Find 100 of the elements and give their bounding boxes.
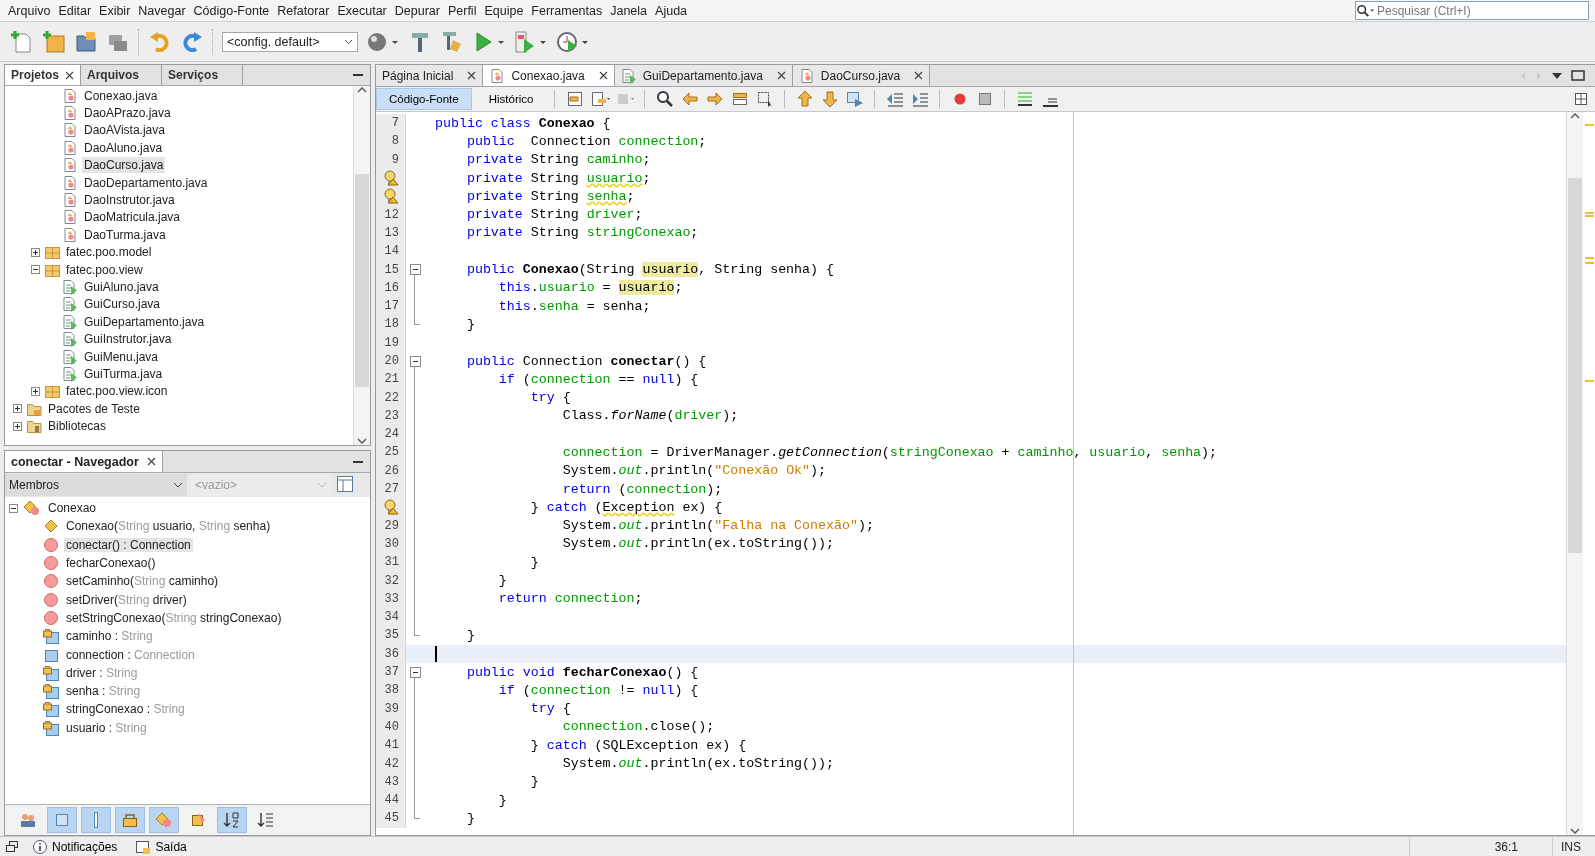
tree-item[interactable]: Pacotes de Teste	[46, 400, 142, 417]
tab-list-dropdown-icon[interactable]	[1551, 71, 1563, 80]
collapse-icon[interactable]	[31, 265, 40, 275]
menu-item[interactable]: Equipe	[480, 2, 528, 19]
tree-item[interactable]: setCaminho(String caminho)	[64, 574, 221, 589]
tree-item[interactable]: connection : Connection	[64, 647, 197, 662]
collapse-icon[interactable]	[9, 503, 18, 513]
tree-item[interactable]: setStringConexao(String stringConexao)	[64, 610, 284, 625]
tree-item[interactable]: fatec.poo.view.icon	[64, 383, 170, 400]
editor-tab[interactable]: GuiDepartamento.java	[614, 65, 793, 86]
tree-item[interactable]: Bibliotecas	[46, 418, 109, 435]
clock-play-icon[interactable]	[556, 29, 590, 54]
tree-item[interactable]: fatec.poo.view	[64, 261, 145, 278]
tree-item[interactable]: DaoTurma.java	[82, 226, 168, 243]
tree-item[interactable]: GuiTurma.java	[82, 365, 165, 382]
view-dropdown[interactable]: Membros	[5, 474, 187, 496]
collapse-icon[interactable]	[409, 264, 421, 275]
tree-item[interactable]: fecharConexao()	[64, 556, 158, 571]
back-dropdown-icon[interactable]	[590, 89, 611, 109]
panel-layout-icon[interactable]	[335, 474, 355, 494]
panel-tab[interactable]: Serviços	[162, 65, 243, 85]
split-view-icon[interactable]	[1575, 93, 1587, 105]
menu-item[interactable]: Janela	[606, 2, 652, 19]
view-tab[interactable]: Histórico	[476, 88, 546, 110]
filter-toggle-button[interactable]	[81, 807, 111, 833]
tree-item[interactable]: Conexao.java	[82, 87, 160, 104]
lightbulb-warning-icon[interactable]	[383, 188, 399, 205]
scrollbar-thumb[interactable]	[355, 174, 369, 387]
tree-item[interactable]: DaoAPrazo.java	[82, 105, 173, 122]
lightbulb-warning-icon[interactable]	[383, 499, 399, 516]
menu-item[interactable]: Navegar	[134, 2, 190, 19]
scrollbar[interactable]	[353, 86, 370, 445]
menu-item[interactable]: Depurar	[390, 2, 444, 19]
close-icon[interactable]	[467, 71, 477, 80]
scroll-up-icon[interactable]	[357, 86, 367, 94]
tree-item[interactable]: DaoAVista.java	[82, 122, 167, 139]
filter-toggle-button[interactable]	[47, 807, 77, 833]
close-icon[interactable]	[598, 71, 608, 80]
menu-item[interactable]: Executar	[333, 2, 391, 19]
panel-tab[interactable]: Arquivos	[81, 65, 162, 85]
panel-tab[interactable]: Projetos	[5, 65, 81, 85]
tree-item[interactable]: DaoAluno.java	[82, 139, 165, 156]
tree-item[interactable]: driver : String	[64, 665, 140, 680]
open-folder-icon[interactable]	[74, 29, 98, 54]
close-icon[interactable]	[776, 71, 786, 80]
expand-icon[interactable]	[13, 404, 22, 414]
menu-item[interactable]: Código-Fonte	[189, 2, 274, 19]
tree-item[interactable]: DaoDepartamento.java	[82, 174, 210, 191]
tree-item[interactable]: GuiInstrutor.java	[82, 331, 174, 348]
tree-item[interactable]: caminho : String	[64, 629, 155, 644]
filter-toggle-button[interactable]	[115, 807, 145, 833]
debug-play-icon[interactable]	[514, 29, 548, 54]
collapse-icon[interactable]	[409, 666, 421, 678]
tree-item[interactable]: DaoCurso.java	[82, 157, 166, 174]
expand-icon[interactable]	[31, 247, 40, 257]
tree-item[interactable]: setDriver(String driver)	[64, 592, 189, 607]
status-bar-button[interactable]: Saída	[131, 838, 191, 855]
filter-toggle-button[interactable]	[217, 807, 247, 833]
tree-item[interactable]: GuiAluno.java	[82, 279, 161, 295]
close-icon[interactable]	[146, 457, 156, 466]
new-project-icon[interactable]	[42, 29, 66, 54]
menu-item[interactable]: Editar	[54, 2, 96, 19]
close-icon[interactable]	[65, 70, 74, 80]
restore-window-icon[interactable]	[6, 840, 18, 853]
hammer-broom-icon[interactable]	[440, 29, 464, 54]
configuration-dropdown[interactable]: <config. default>	[222, 31, 358, 52]
menu-item[interactable]: Exibir	[95, 2, 135, 19]
tree-item[interactable]: senha : String	[64, 684, 143, 699]
tree-item[interactable]: usuario : String	[64, 720, 149, 735]
menu-item[interactable]: Perfil	[443, 2, 481, 19]
tree-item[interactable]: stringConexao : String	[64, 702, 187, 717]
menu-item[interactable]: Ferramentas	[527, 2, 607, 19]
menu-item[interactable]: Arquivo	[4, 2, 55, 19]
tree-item[interactable]: DaoMatricula.java	[82, 209, 183, 226]
scroll-down-icon[interactable]	[357, 437, 367, 445]
maximize-icon[interactable]	[1571, 70, 1585, 81]
menu-item[interactable]: Ajuda	[651, 2, 692, 19]
tree-item[interactable]: GuiDepartamento.java	[82, 313, 207, 330]
tree-item[interactable]: GuiMenu.java	[82, 348, 161, 365]
editor-tab[interactable]: Página Inicial	[376, 65, 484, 86]
new-file-icon[interactable]	[10, 29, 34, 54]
close-icon[interactable]	[914, 71, 924, 80]
tree-item[interactable]: GuiCurso.java	[82, 296, 163, 313]
scroll-down-icon[interactable]	[1570, 827, 1580, 835]
editor-tab[interactable]: Conexao.java	[483, 65, 615, 86]
view-tab[interactable]: Código-Fonte	[376, 88, 472, 110]
tree-item[interactable]: Conexao	[46, 501, 99, 516]
scroll-up-icon[interactable]	[1570, 112, 1580, 120]
menu-item[interactable]: Refatorar	[273, 2, 334, 19]
tree-item[interactable]: fatec.poo.model	[64, 244, 154, 261]
status-bar-button[interactable]: Notificações	[28, 838, 122, 855]
expand-icon[interactable]	[31, 386, 40, 396]
redo-icon[interactable]	[180, 29, 204, 54]
scrollbar[interactable]	[1566, 112, 1583, 835]
panel-tab[interactable]: conectar - Navegador	[5, 451, 163, 472]
tree-item[interactable]: DaoInstrutor.java	[82, 192, 177, 209]
scrollbar-thumb[interactable]	[1568, 178, 1582, 553]
filter-toggle-button[interactable]	[149, 807, 179, 833]
tree-item[interactable]: Conexao(String usuario, String senha)	[64, 519, 273, 534]
lightbulb-warning-icon[interactable]	[383, 170, 399, 187]
